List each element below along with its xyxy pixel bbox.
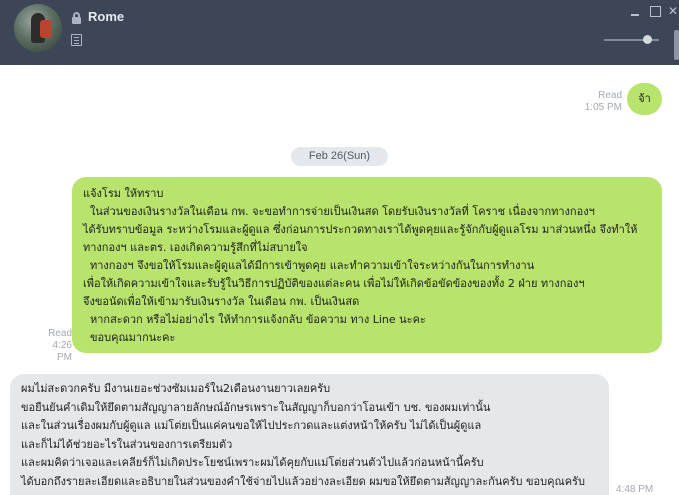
message-line: ทางกองฯ จึงขอให้โรมและผู้ดูแลได้มีการเข้… — [83, 259, 535, 272]
lock-body — [72, 17, 81, 24]
outgoing-message-bubble[interactable]: จ้า — [627, 83, 662, 115]
read-status: Read — [48, 328, 72, 339]
message-time: 4:26 PM — [52, 340, 72, 363]
notes-line — [74, 43, 79, 44]
message-line: จึงขอนัดเพื่อให้เข้ามารับเงินรางวัล ในเด… — [83, 295, 360, 308]
outgoing-message-bubble[interactable]: แจ้งโรม ให้ทราบ ในส่วนของเงินรางวัลในเดื… — [72, 177, 662, 353]
read-status: Read — [598, 90, 622, 101]
lock-icon — [72, 12, 81, 24]
date-separator: Feb 26(Sun) — [291, 147, 388, 166]
message-time: 4:48 PM — [616, 484, 654, 495]
message-status: Read 1:05 PM — [570, 90, 622, 114]
message-line: ทางกองฯ และตร. เองเกิดความรู้สึกที่ไม่สบ… — [83, 241, 308, 254]
message-text: จ้า — [638, 92, 651, 105]
avatar-backpack-shape — [40, 20, 52, 38]
message-line: และผมคิดว่าเจอและเคลียร์ก็ไม่เกิดประโยชน… — [21, 456, 484, 469]
message-line: ได้บอกถึงรายละเอียดและอธิบายในส่วนของคำใ… — [21, 474, 585, 488]
message-line: เพื่อให้เกิดความเข้าใจและรับรู้ในวิธีการ… — [83, 277, 585, 290]
maximize-icon[interactable] — [650, 6, 661, 17]
message-line: ผมไม่สะดวกครับ มีงานเยอะช่วงซัมเมอร์ใน2เ… — [21, 382, 331, 395]
message-time: 1:05 PM — [584, 102, 622, 113]
header-scrollbar[interactable] — [674, 30, 679, 60]
message-line: ได้รับทราบข้อมูล ระหว่างโรมและผู้ดูแล ซึ… — [83, 223, 638, 236]
notes-line — [74, 40, 79, 41]
close-icon[interactable]: ✕ — [668, 5, 679, 17]
avatar[interactable] — [14, 4, 62, 52]
message-line: ในส่วนของเงินรางวัลในเดือน กพ. จะขอทำการ… — [83, 205, 595, 218]
message-line: ขอบคุณมากนะคะ — [83, 331, 176, 344]
incoming-message-bubble[interactable]: ผมไม่สะดวกครับ มีงานเยอะช่วงซัมเมอร์ใน2เ… — [10, 374, 609, 495]
notes-icon[interactable] — [71, 34, 82, 46]
message-line: ขอยืนยันคำเดิมให้ยึดตามสัญญาลายลักษณ์อัก… — [21, 400, 491, 414]
message-line: หากสะดวก หรือไม่อย่างไร ให้ทำการแจ้งกลับ… — [83, 313, 426, 326]
message-line: และก็ไม่ได้ช่วยอะไรในส่วนของการเตรียมตัว — [21, 437, 233, 451]
message-line: แจ้งโรม ให้ทราบ — [83, 187, 164, 200]
notes-line — [74, 37, 79, 38]
chat-title: Rome — [88, 9, 125, 24]
message-status: Read 4:26 PM — [36, 328, 72, 364]
minimize-icon[interactable] — [630, 6, 641, 17]
volume-slider-knob[interactable] — [643, 35, 652, 44]
message-line: และในส่วนเรื่องผมกับผู้ดูแล แม่โต่ยเป็นแ… — [21, 419, 482, 432]
chat-header: Rome ✕ — [0, 0, 679, 65]
